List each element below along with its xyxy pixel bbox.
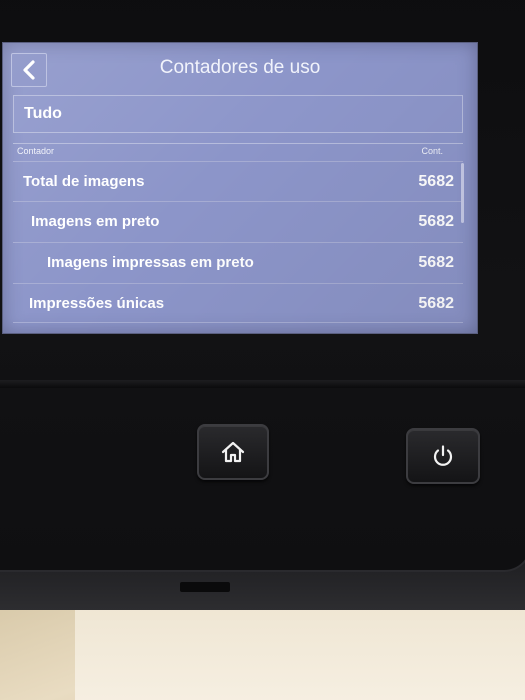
filter-value: Tudo (24, 105, 62, 122)
page-title: Contadores de uso (159, 57, 321, 78)
counter-label: Impressões únicas (29, 295, 165, 312)
bezel-edge (0, 380, 525, 388)
touch-screen: Contadores de uso Tudo Contador Cont. To… (2, 42, 478, 334)
column-header-counter: Contador (17, 146, 55, 156)
table-row[interactable]: Imagens em preto 5682 (13, 201, 463, 241)
title-bar: Contadores de uso (3, 43, 477, 93)
table-row[interactable]: Impressões únicas 5682 (13, 283, 463, 323)
table-row[interactable]: Imagens impressas em preto 5682 (13, 242, 463, 282)
counter-value: 5682 (418, 173, 454, 190)
home-button[interactable] (197, 424, 269, 480)
counter-label: Imagens em preto (31, 213, 160, 230)
paper-tray-slot (180, 582, 230, 592)
column-header-count: Cont. (421, 146, 443, 156)
paper-sheet (75, 604, 525, 700)
counter-value: 5682 (418, 295, 454, 312)
scrollbar[interactable] (461, 163, 464, 223)
counter-label: Total de imagens (23, 173, 145, 190)
table-header: Contador Cont. (13, 143, 463, 160)
counter-value: 5682 (418, 213, 454, 230)
counter-label: Imagens impressas em preto (47, 254, 254, 271)
table-row[interactable]: Total de imagens 5682 (13, 161, 463, 201)
power-button[interactable] (406, 428, 480, 484)
power-icon (433, 445, 453, 466)
counter-filter-select[interactable]: Tudo (13, 95, 463, 133)
device-photo: Contadores de uso Tudo Contador Cont. To… (0, 0, 525, 700)
counter-value: 5682 (418, 254, 454, 271)
home-icon (221, 441, 245, 463)
